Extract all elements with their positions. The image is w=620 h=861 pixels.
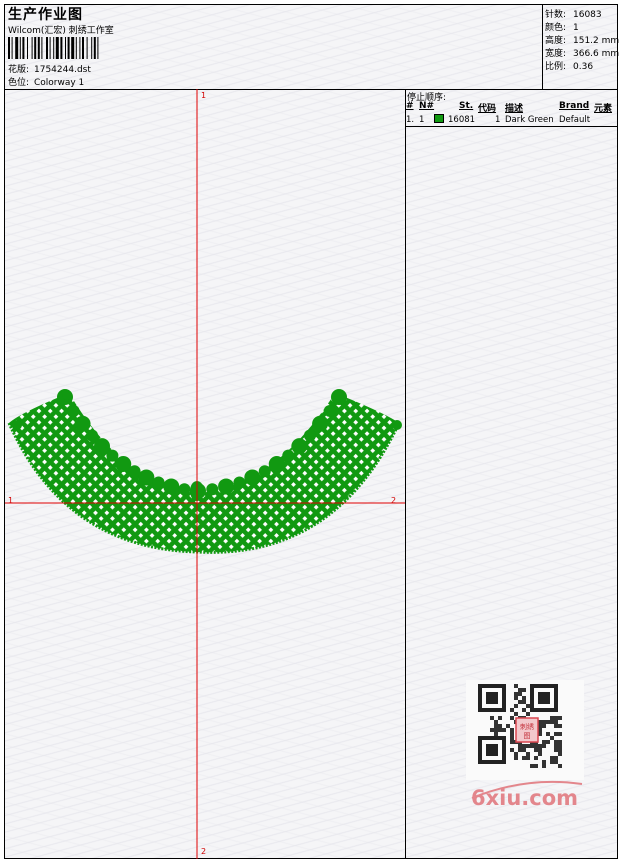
row-brand: Default	[559, 115, 591, 125]
design-file-label: 花版:	[8, 65, 30, 75]
axis-label-left: 1	[8, 496, 14, 505]
design-stats: 针数: 16083 颜色: 1 高度: 151.2 mm 宽度: 366.6 mm 比例…	[542, 5, 620, 89]
col-brand: Brand	[559, 101, 590, 111]
stat-colors: 颜色: 1	[545, 23, 579, 33]
col-needle: N#	[419, 101, 435, 111]
stat-scale: 比例: 0.36	[545, 62, 594, 72]
col-description: 描述	[505, 104, 524, 114]
color-swatch	[434, 114, 444, 123]
svg-text:图: 图	[524, 732, 531, 740]
row-stitches: 16081	[448, 115, 476, 125]
stat-height: 高度: 151.2 mm	[545, 36, 620, 46]
stat-width: 宽度: 366.6 mm	[545, 49, 620, 59]
company-name: Wilcom(汇宏) 刺绣工作室	[8, 26, 114, 36]
axis-label-top: 1	[201, 91, 207, 100]
row-index: 1.	[406, 115, 415, 125]
row-code: 1	[495, 115, 501, 125]
axis-label-right: 2	[391, 496, 397, 505]
col-code: 代码	[478, 104, 497, 114]
row-needle: 1	[419, 115, 425, 125]
stat-stitches: 针数: 16083	[545, 10, 602, 20]
qr-code-watermark: 刺绣图	[466, 680, 584, 799]
design-file-value: 1754244.dst	[34, 65, 91, 75]
colorway-line: 色位: Colorway 1	[8, 75, 84, 88]
col-element: 元素	[594, 104, 613, 114]
colorway-value: Colorway 1	[34, 78, 85, 88]
collar-band	[9, 393, 399, 553]
page-title: 生产作业图	[8, 7, 83, 23]
barcode-image	[8, 37, 99, 59]
svg-text:刺绣: 刺绣	[520, 722, 534, 731]
col-stitches: St.	[459, 101, 474, 111]
row-description: Dark Green	[505, 115, 554, 125]
design-file-line: 花版: 1754244.dst	[8, 62, 91, 75]
design-preview: 1 1 2 2	[5, 89, 406, 859]
watermark-text: 6xiu.com	[471, 786, 579, 810]
col-index: #	[406, 101, 414, 111]
panel-divider	[405, 126, 617, 127]
embroidery-canvas	[5, 89, 405, 859]
axis-label-bottom: 2	[201, 847, 207, 856]
colorway-label: 色位:	[8, 78, 30, 88]
worksheet-header: 生产作业图 Wilcom(汇宏) 刺绣工作室 花版: 1754244.dst 色位…	[5, 5, 620, 90]
